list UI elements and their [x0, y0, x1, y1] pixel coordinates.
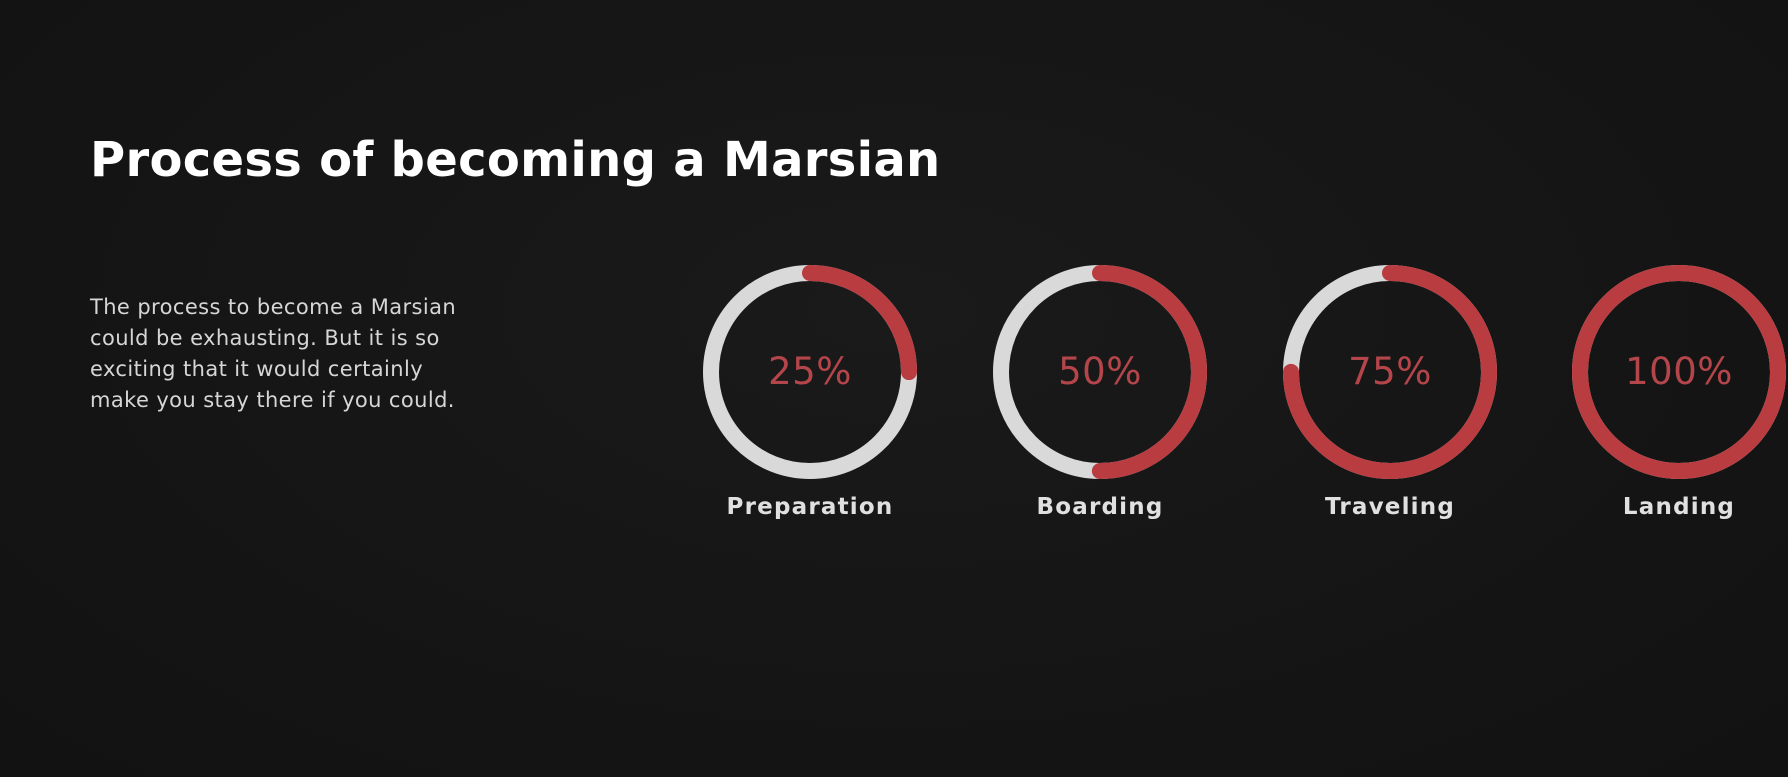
stage-traveling: 75% Traveling: [1280, 262, 1500, 520]
page-background: Process of becoming a Marsian The proces…: [0, 0, 1788, 777]
percent-label: 50%: [1058, 350, 1142, 393]
progress-ring: 100%: [1569, 262, 1788, 482]
progress-ring: 25%: [700, 262, 920, 482]
stage-boarding: 50% Boarding: [990, 262, 1210, 520]
stage-landing: 100% Landing: [1569, 262, 1788, 520]
stage-preparation: 25% Preparation: [700, 262, 920, 520]
progress-ring: 75%: [1280, 262, 1500, 482]
progress-ring: 50%: [990, 262, 1210, 482]
description-text: The process to become a Marsian could be…: [90, 295, 457, 412]
page-title: Process of becoming a Marsian: [90, 132, 941, 188]
progress-stages: 25% Preparation 50% Boarding 75% Traveli…: [700, 262, 1786, 542]
stage-label: Preparation: [726, 494, 894, 520]
stage-label: Traveling: [1324, 494, 1456, 520]
stage-label: Landing: [1622, 494, 1736, 520]
percent-label: 75%: [1348, 350, 1432, 393]
percent-label: 25%: [768, 350, 852, 393]
stage-label: Boarding: [1036, 494, 1164, 520]
percent-label: 100%: [1625, 350, 1733, 393]
